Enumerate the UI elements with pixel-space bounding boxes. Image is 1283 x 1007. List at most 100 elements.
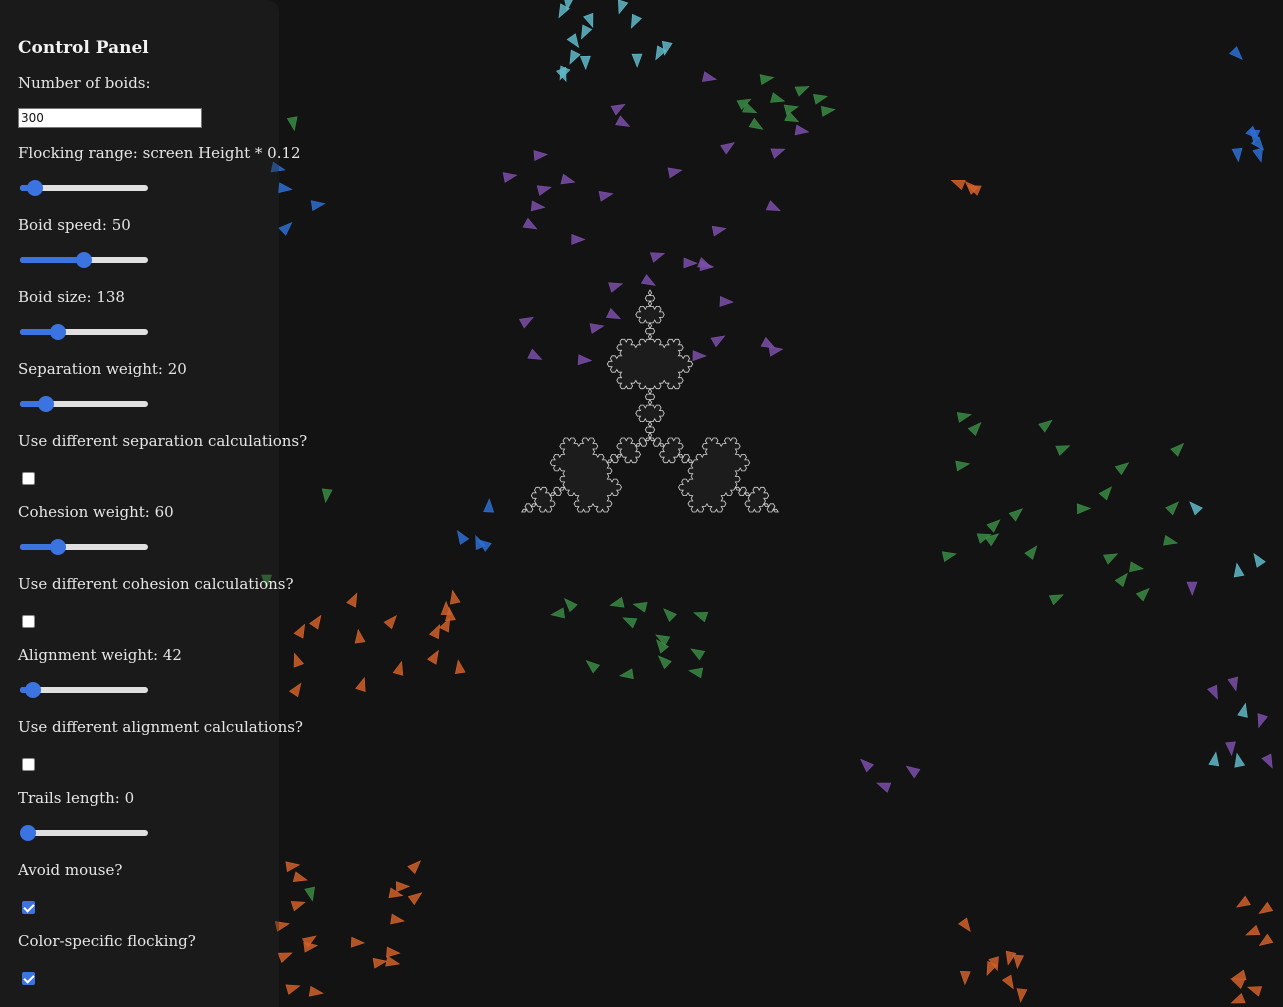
boid <box>518 316 534 329</box>
boid <box>392 660 404 676</box>
boid <box>720 142 735 155</box>
boid <box>569 49 581 65</box>
panel-title: Control Panel <box>18 38 149 58</box>
boid <box>905 765 921 779</box>
boid <box>372 957 388 969</box>
boid <box>693 611 709 623</box>
num-boids-input[interactable] <box>18 108 202 128</box>
boid <box>483 498 495 513</box>
boid <box>454 659 466 675</box>
separation-weight-slider[interactable] <box>20 396 148 412</box>
boid <box>321 488 333 504</box>
boid <box>285 984 301 995</box>
boid <box>285 861 301 873</box>
boid <box>354 628 366 644</box>
boid <box>959 970 971 986</box>
boid <box>759 74 775 85</box>
boid <box>649 252 666 263</box>
boid <box>1257 713 1268 729</box>
boid <box>699 260 715 272</box>
boid <box>640 274 656 286</box>
boid <box>876 782 892 793</box>
boid <box>456 530 470 545</box>
color-flocking-checkbox[interactable] <box>22 972 35 985</box>
boid <box>303 941 319 953</box>
boid <box>1163 535 1179 546</box>
boid <box>608 282 624 293</box>
boid <box>598 191 614 202</box>
cohesion-weight-slider[interactable] <box>20 539 148 555</box>
boid <box>622 617 638 629</box>
boid <box>692 350 707 362</box>
separation-alt-checkbox[interactable] <box>22 472 35 485</box>
avoid-mouse-checkbox[interactable] <box>22 901 35 914</box>
boid <box>350 936 366 948</box>
boid-size-slider[interactable] <box>20 324 148 340</box>
boid <box>293 623 306 639</box>
boid <box>794 86 810 97</box>
boid <box>278 182 293 194</box>
boid <box>950 180 966 191</box>
boid <box>1234 752 1246 768</box>
boid <box>346 592 358 608</box>
slider-thumb[interactable] <box>50 324 67 340</box>
slider-thumb[interactable] <box>37 396 54 412</box>
boid <box>390 913 406 925</box>
slider-thumb[interactable] <box>76 252 92 268</box>
boid <box>955 460 971 472</box>
boid <box>385 955 401 967</box>
boid <box>1189 501 1203 516</box>
boid <box>566 33 580 49</box>
boid <box>1237 702 1248 718</box>
boid <box>395 881 411 893</box>
boid <box>1016 988 1028 1003</box>
boid <box>770 148 786 159</box>
slider-thumb[interactable] <box>24 682 41 698</box>
boid <box>383 614 397 630</box>
flocking-range-slider[interactable] <box>20 180 148 196</box>
boid <box>760 336 776 349</box>
boid <box>1055 445 1071 456</box>
slider-thumb[interactable] <box>20 825 36 841</box>
slider-thumb[interactable] <box>50 539 67 555</box>
slider-thumb[interactable] <box>27 180 44 196</box>
boid <box>1261 753 1273 769</box>
boid <box>719 296 734 307</box>
boid <box>710 335 726 348</box>
boid <box>550 607 565 619</box>
boid <box>606 307 622 320</box>
boid <box>1208 751 1220 767</box>
flocking-range-label: Flocking range: screen Height * 0.12 <box>18 144 301 162</box>
boid <box>632 602 648 613</box>
boid <box>860 758 875 773</box>
boid <box>386 946 401 958</box>
boid <box>1245 924 1261 936</box>
alignment-alt-checkbox[interactable] <box>22 758 35 771</box>
boid <box>583 12 594 28</box>
boid <box>748 117 764 130</box>
boid <box>428 624 441 640</box>
boid <box>794 124 810 136</box>
boid <box>1008 508 1024 522</box>
boid <box>820 106 836 117</box>
boid <box>1252 147 1263 163</box>
boid <box>941 551 957 562</box>
boid <box>527 348 543 360</box>
alignment-weight-slider[interactable] <box>20 682 148 698</box>
trails-length-slider[interactable] <box>20 825 148 841</box>
boid <box>290 901 306 912</box>
cohesion-alt-checkbox[interactable] <box>22 615 35 628</box>
alignment-alt-label: Use different alignment calculations? <box>18 718 303 736</box>
boid <box>564 598 578 613</box>
boid <box>1231 969 1247 981</box>
boid-speed-slider[interactable] <box>20 252 148 268</box>
boid-speed-label: Boid speed: 50 <box>18 216 131 234</box>
boid <box>1247 986 1263 997</box>
boid <box>618 668 634 680</box>
boid <box>310 200 326 211</box>
boid <box>407 860 422 875</box>
boid <box>449 589 461 605</box>
boid <box>308 985 324 997</box>
boid <box>1135 587 1150 602</box>
boid <box>1231 147 1243 163</box>
